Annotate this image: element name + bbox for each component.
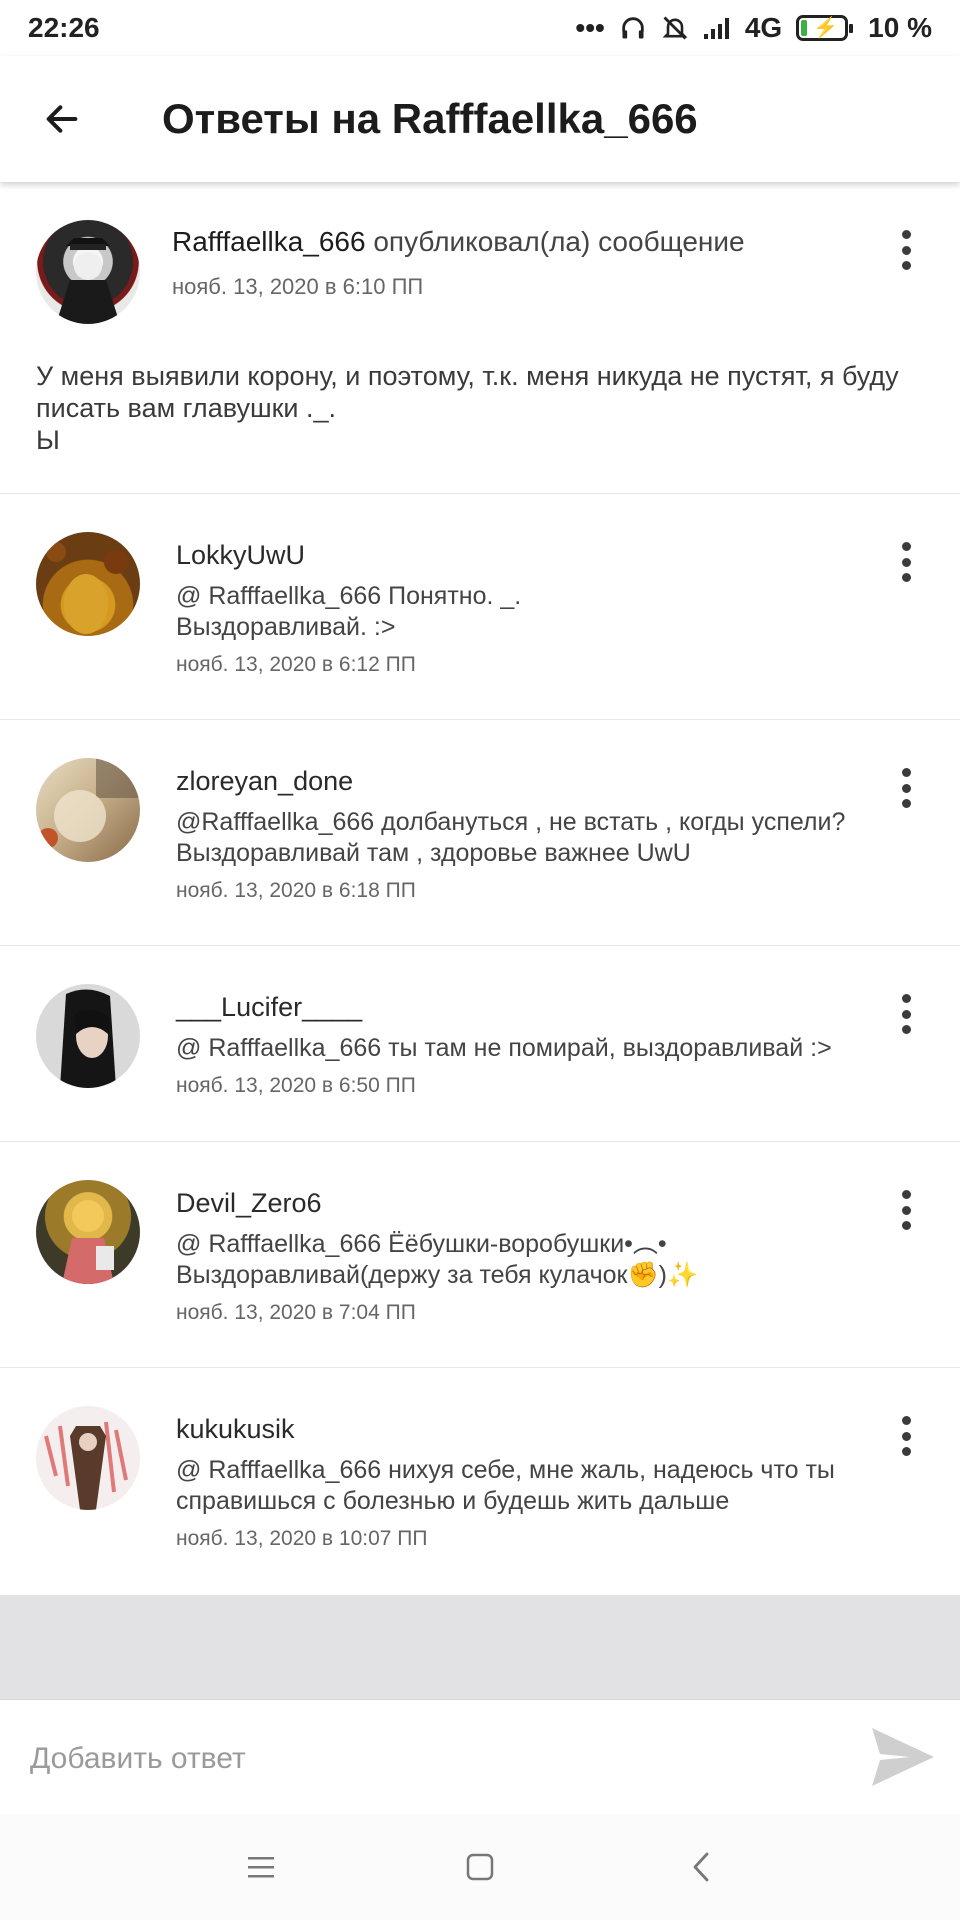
back-chevron-icon (693, 1852, 709, 1882)
reply-content: ___Lucifer____ @ Rafffaellka_666 ты там … (176, 992, 880, 1098)
replies-list: Rafffaellka_666 опубликовал(ла) сообщени… (0, 182, 960, 1594)
original-post: Rafffaellka_666 опубликовал(ла) сообщени… (0, 182, 960, 494)
reply-item: zloreyan_done @Rafffaellka_666 долбануть… (0, 720, 960, 946)
reply-text: @Rafffaellka_666 долбануться , не встать… (176, 808, 846, 867)
more-vertical-icon (901, 768, 911, 777)
empty-area (0, 1595, 960, 1699)
reply-author[interactable]: ___Lucifer____ (176, 992, 880, 1023)
reply-content: zloreyan_done @Rafffaellka_666 долбануть… (176, 766, 880, 903)
reply-input[interactable] (28, 1728, 812, 1790)
reply-text: @ Rafffaellka_666 Ёёбушки-воробушки•︵• В… (176, 1230, 699, 1289)
reply-author[interactable]: kukukusik (176, 1414, 880, 1445)
headphones-icon (619, 14, 647, 42)
reply-item: LokkyUwU @ Rafffaellka_666 Понятно. _. В… (0, 494, 960, 720)
signal-icon (703, 16, 731, 40)
home-square-icon (466, 1853, 494, 1881)
reply-timestamp: нояб. 13, 2020 в 6:50 ПП (176, 1074, 416, 1097)
reply-more-button[interactable] (900, 768, 912, 808)
post-more-button[interactable] (900, 230, 912, 270)
more-dots-icon: ••• (575, 12, 605, 43)
reply-composer (0, 1699, 960, 1815)
post-body: У меня выявили корону, и поэтому, т.к. м… (36, 361, 899, 455)
reply-text: @ Rafffaellka_666 нихуя себе, мне жаль, … (176, 1456, 835, 1515)
more-vertical-icon (901, 230, 911, 239)
reply-timestamp: нояб. 13, 2020 в 7:04 ПП (176, 1301, 416, 1324)
battery-level: 10 % (868, 12, 932, 43)
send-icon (872, 1728, 934, 1786)
arrow-left-icon (46, 105, 78, 133)
menu-icon (248, 1857, 274, 1878)
reply-timestamp: нояб. 13, 2020 в 10:07 ПП (176, 1527, 428, 1550)
post-header: Rafffaellka_666 опубликовал(ла) сообщени… (172, 226, 870, 300)
reply-text: @ Rafffaellka_666 Понятно. _. Выздоравли… (176, 582, 522, 641)
nav-home-button[interactable] (455, 1842, 505, 1892)
reply-timestamp: нояб. 13, 2020 в 6:18 ПП (176, 879, 416, 902)
reply-content: LokkyUwU @ Rafffaellka_666 Понятно. _. В… (176, 540, 880, 677)
avatar[interactable] (36, 1406, 140, 1510)
reply-item: Devil_Zero6 @ Rafffaellka_666 Ёёбушки-во… (0, 1142, 960, 1368)
avatar[interactable] (36, 758, 140, 862)
reply-author[interactable]: zloreyan_done (176, 766, 880, 797)
reply-more-button[interactable] (900, 1416, 912, 1456)
system-nav-bar (0, 1814, 960, 1920)
more-vertical-icon (901, 1416, 911, 1425)
battery-icon: ⚡ (796, 15, 854, 41)
muted-bell-icon (661, 14, 689, 42)
reply-content: kukukusik @ Rafffaellka_666 нихуя себе, … (176, 1414, 880, 1551)
nav-back-button[interactable] (676, 1842, 726, 1892)
reply-author[interactable]: LokkyUwU (176, 540, 880, 571)
post-timestamp: нояб. 13, 2020 в 6:10 ПП (172, 274, 424, 299)
reply-item: kukukusik @ Rafffaellka_666 нихуя себе, … (0, 1368, 960, 1594)
network-type: 4G (744, 12, 783, 43)
status-bar: 22:26 ••• 4G ⚡ 10 % (0, 0, 960, 56)
avatar[interactable] (36, 220, 140, 324)
send-button[interactable] (870, 1726, 936, 1788)
status-time: 22:26 (28, 12, 100, 43)
avatar[interactable] (36, 984, 140, 1088)
reply-item: ___Lucifer____ @ Rafffaellka_666 ты там … (0, 946, 960, 1142)
reply-more-button[interactable] (900, 1190, 912, 1230)
back-button[interactable] (30, 87, 94, 151)
app-bar: Ответы на Rafffaellka_666 (0, 56, 960, 182)
reply-author[interactable]: Devil_Zero6 (176, 1188, 880, 1219)
avatar[interactable] (36, 1180, 140, 1284)
reply-content: Devil_Zero6 @ Rafffaellka_666 Ёёбушки-во… (176, 1188, 880, 1325)
reply-text: @ Rafffaellka_666 ты там не помирай, выз… (176, 1034, 832, 1062)
status-icons: ••• 4G ⚡ 10 % (575, 12, 932, 44)
post-author-line: Rafffaellka_666 опубликовал(ла) сообщени… (172, 226, 870, 258)
more-vertical-icon (901, 994, 911, 1003)
reply-more-button[interactable] (900, 542, 912, 582)
reply-timestamp: нояб. 13, 2020 в 6:12 ПП (176, 653, 416, 676)
post-author[interactable]: Rafffaellka_666 (172, 226, 366, 257)
reply-more-button[interactable] (900, 994, 912, 1034)
more-vertical-icon (901, 1190, 911, 1199)
more-vertical-icon (901, 542, 911, 551)
post-verb: опубликовал(ла) сообщение (373, 226, 745, 257)
page-title: Ответы на Rafffaellka_666 (162, 95, 698, 142)
avatar[interactable] (36, 532, 140, 636)
nav-menu-button[interactable] (236, 1842, 286, 1892)
